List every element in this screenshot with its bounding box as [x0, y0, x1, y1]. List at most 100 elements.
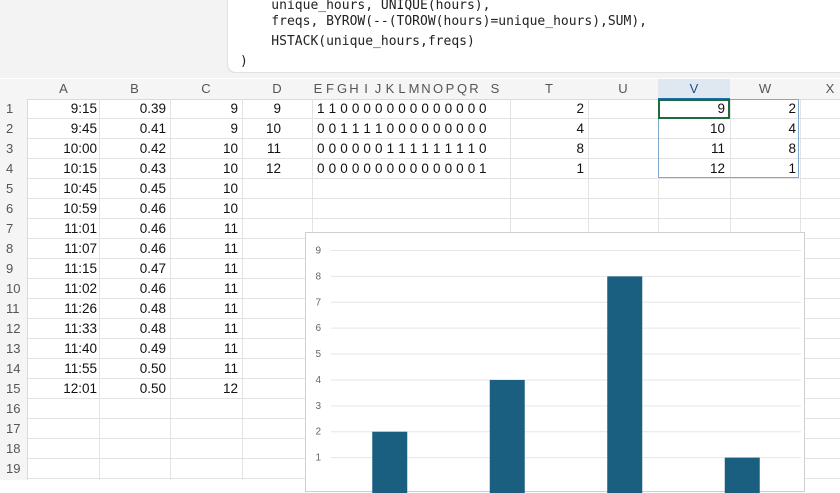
cell-a12[interactable]: 11:33	[28, 319, 99, 339]
cell-c15[interactable]: 12	[170, 379, 242, 399]
cell-b15[interactable]: 0.50	[99, 379, 170, 399]
flag-cell[interactable]: 0	[385, 119, 397, 139]
cell-a11[interactable]: 11:26	[28, 299, 99, 319]
cell-b9[interactable]: 0.47	[99, 259, 170, 279]
cell-b7[interactable]: 0.46	[99, 219, 170, 239]
cell-b14[interactable]: 0.50	[99, 359, 170, 379]
cell-d1[interactable]: 9	[242, 99, 285, 119]
flag-cell[interactable]: 0	[408, 159, 420, 179]
cell-b5[interactable]: 0.45	[99, 179, 170, 199]
row-header-7[interactable]: 7	[0, 219, 27, 239]
row-header-10[interactable]: 10	[0, 279, 27, 299]
column-header-s[interactable]: S	[480, 79, 510, 99]
flag-cell[interactable]: 0	[477, 139, 488, 159]
cell-c3[interactable]: 10	[170, 139, 242, 159]
flag-cell[interactable]: 0	[315, 139, 327, 159]
cell-b13[interactable]: 0.49	[99, 339, 170, 359]
column-header-x[interactable]: X	[800, 79, 840, 99]
cell-b8[interactable]: 0.46	[99, 239, 170, 259]
flag-cell[interactable]: 0	[315, 159, 327, 179]
flag-cell[interactable]: 1	[350, 119, 362, 139]
cell-c5[interactable]: 10	[170, 179, 242, 199]
cell-c9[interactable]: 11	[170, 259, 242, 279]
flag-cell[interactable]: 0	[431, 99, 443, 119]
cell-t4[interactable]: 1	[510, 159, 588, 179]
cell-b11[interactable]: 0.48	[99, 299, 170, 319]
flag-cell[interactable]: 0	[466, 159, 478, 179]
flag-cell[interactable]: 1	[454, 139, 466, 159]
flag-cell[interactable]: 0	[396, 119, 408, 139]
flag-cell[interactable]: 0	[315, 119, 327, 139]
column-header-v[interactable]: V	[658, 79, 730, 100]
flag-cell[interactable]: 0	[477, 119, 488, 139]
flag-cell[interactable]: 0	[454, 99, 466, 119]
cell-c8[interactable]: 11	[170, 239, 242, 259]
row-header-1[interactable]: 1	[0, 99, 27, 119]
cell-c7[interactable]: 11	[170, 219, 242, 239]
cell-a14[interactable]: 11:55	[28, 359, 99, 379]
flag-cell[interactable]: 0	[396, 159, 408, 179]
flag-cell[interactable]: 1	[373, 119, 385, 139]
cell-a15[interactable]: 12:01	[28, 379, 99, 399]
flag-cell[interactable]: 0	[431, 159, 443, 179]
cell-v4[interactable]: 12	[658, 159, 729, 179]
flag-cell[interactable]: 0	[350, 139, 362, 159]
cell-b1[interactable]: 0.39	[99, 99, 170, 119]
cell-a3[interactable]: 10:00	[28, 139, 99, 159]
cell-a13[interactable]: 11:40	[28, 339, 99, 359]
row-header-9[interactable]: 9	[0, 259, 27, 279]
flag-cell[interactable]: 0	[408, 119, 420, 139]
flag-cell[interactable]: 0	[431, 119, 443, 139]
column-header-e[interactable]: E	[312, 79, 324, 99]
cell-c11[interactable]: 11	[170, 299, 242, 319]
bar-9[interactable]	[372, 431, 408, 493]
column-header-r[interactable]: R	[468, 79, 480, 99]
flag-cell[interactable]: 0	[477, 99, 488, 119]
cell-c1[interactable]: 9	[170, 99, 242, 119]
cell-v2[interactable]: 10	[658, 119, 729, 139]
flag-cell[interactable]: 0	[454, 159, 466, 179]
flag-cell[interactable]: 1	[396, 139, 408, 159]
flag-cell[interactable]: 0	[419, 159, 431, 179]
row-header-16[interactable]: 16	[0, 399, 27, 419]
cell-a10[interactable]: 11:02	[28, 279, 99, 299]
cell-a4[interactable]: 10:15	[28, 159, 99, 179]
row-header-8[interactable]: 8	[0, 239, 27, 259]
flag-cell[interactable]: 1	[315, 99, 327, 119]
column-header-q[interactable]: Q	[456, 79, 468, 99]
cell-w4[interactable]: 1	[730, 159, 800, 179]
row-header-17[interactable]: 17	[0, 419, 27, 439]
cell-v1[interactable]: 9	[658, 99, 729, 119]
flag-cell[interactable]: 0	[443, 159, 455, 179]
column-header-n[interactable]: N	[420, 79, 432, 99]
flag-cell[interactable]: 0	[327, 119, 339, 139]
cell-c2[interactable]: 9	[170, 119, 242, 139]
row-header-12[interactable]: 12	[0, 319, 27, 339]
flag-cell[interactable]: 0	[408, 99, 420, 119]
flag-cell[interactable]: 0	[419, 119, 431, 139]
flag-cell[interactable]: 1	[338, 119, 350, 139]
flag-cell[interactable]: 0	[443, 99, 455, 119]
cell-a8[interactable]: 11:07	[28, 239, 99, 259]
flag-cell[interactable]: 0	[454, 119, 466, 139]
cell-b4[interactable]: 0.43	[99, 159, 170, 179]
flag-cell[interactable]: 0	[327, 139, 339, 159]
frequency-bar-chart[interactable]: 1 2 3 4 5 6 7 8 9	[305, 232, 805, 493]
row-header-13[interactable]: 13	[0, 339, 27, 359]
flag-cell[interactable]: 1	[431, 139, 443, 159]
flag-cell[interactable]: 0	[338, 139, 350, 159]
row-header-3[interactable]: 3	[0, 139, 27, 159]
column-header-k[interactable]: K	[384, 79, 396, 99]
flag-cell[interactable]: 0	[419, 99, 431, 119]
flag-cell[interactable]: 0	[385, 159, 397, 179]
cell-w3[interactable]: 8	[730, 139, 800, 159]
flag-cell[interactable]: 1	[477, 159, 488, 179]
cell-b6[interactable]: 0.46	[99, 199, 170, 219]
column-header-u[interactable]: U	[588, 79, 658, 99]
column-header-d[interactable]: D	[242, 79, 312, 99]
row-header-6[interactable]: 6	[0, 199, 27, 219]
cell-w1[interactable]: 2	[730, 99, 800, 119]
cell-c13[interactable]: 11	[170, 339, 242, 359]
row-header-4[interactable]: 4	[0, 159, 27, 179]
cell-t1[interactable]: 2	[510, 99, 588, 119]
